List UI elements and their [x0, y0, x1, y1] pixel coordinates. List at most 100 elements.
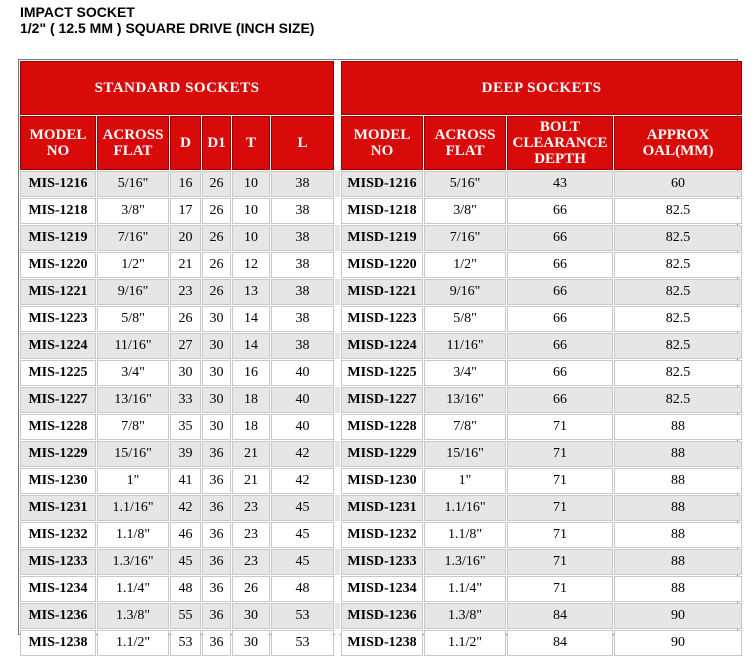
d-cell: 46	[170, 522, 201, 548]
model-cell: MIS-1230	[20, 468, 96, 494]
deep-across-flat-cell: 3/8"	[424, 198, 507, 224]
deep-model-cell: MISD-1234	[341, 576, 424, 602]
t-cell: 23	[232, 549, 270, 575]
model-cell: MIS-1219	[20, 225, 96, 251]
socket-rows: MIS-1216 5/16" 16 26 10 38 MISD-1216 5/16" 43 60 M…	[20, 171, 743, 656]
l-cell: 38	[271, 171, 335, 197]
d-cell: 30	[170, 360, 201, 386]
bolt-clearance-cell: 71	[507, 468, 614, 494]
deep-model-cell: MISD-1221	[341, 279, 424, 305]
table-row: MIS-1234 1.1/4" 48 36 26 48 MISD-1234 1.1/4" 71 8…	[20, 576, 743, 602]
column-gap	[335, 225, 341, 251]
column-gap	[335, 387, 341, 413]
d1-cell: 26	[202, 171, 231, 197]
bolt-clearance-cell: 84	[507, 603, 614, 629]
d-cell: 33	[170, 387, 201, 413]
t-cell: 14	[232, 306, 270, 332]
across-flat-cell: 5/16"	[97, 171, 169, 197]
deep-across-flat-cell: 13/16"	[424, 387, 507, 413]
model-cell: MIS-1234	[20, 576, 96, 602]
bolt-clearance-cell: 66	[507, 279, 614, 305]
deep-model-cell: MISD-1238	[341, 630, 424, 656]
column-gap	[335, 495, 341, 521]
across-flat-cell: 1.3/8"	[97, 603, 169, 629]
approx-oal-cell: 88	[614, 495, 743, 521]
approx-oal-cell: 82.5	[614, 333, 743, 359]
across-flat-cell: 1.1/2"	[97, 630, 169, 656]
approx-oal-cell: 82.5	[614, 225, 743, 251]
deep-across-flat-cell: 7/16"	[424, 225, 507, 251]
approx-oal-cell: 88	[614, 576, 743, 602]
deep-sockets-header: DEEP SOCKETS	[341, 61, 743, 115]
d1-cell: 26	[202, 225, 231, 251]
column-gap	[335, 333, 341, 359]
d1-cell: 30	[202, 360, 231, 386]
deep-model-cell: MISD-1220	[341, 252, 424, 278]
model-cell: MIS-1221	[20, 279, 96, 305]
model-cell: MIS-1218	[20, 198, 96, 224]
d1-cell: 36	[202, 603, 231, 629]
l-cell: 45	[271, 522, 335, 548]
bolt-clearance-cell: 71	[507, 441, 614, 467]
deep-model-cell: MISD-1223	[341, 306, 424, 332]
l-cell: 53	[271, 603, 335, 629]
deep-model-cell: MISD-1233	[341, 549, 424, 575]
bolt-clearance-cell: 66	[507, 360, 614, 386]
table-row: MIS-1230 1" 41 36 21 42 MISD-1230 1" 71 88	[20, 468, 743, 494]
table-row: MIS-1224 11/16" 27 30 14 38 MISD-1224 11/16" 66 8…	[20, 333, 743, 359]
column-gap	[335, 576, 341, 602]
d-cell: 41	[170, 468, 201, 494]
approx-oal-cell: 90	[614, 603, 743, 629]
heading-subtitle: 1/2" ( 12.5 MM ) SQUARE DRIVE (INCH SIZE…	[20, 20, 315, 36]
bolt-clearance-cell: 71	[507, 549, 614, 575]
t-cell: 16	[232, 360, 270, 386]
across-flat-cell: 1.1/4"	[97, 576, 169, 602]
model-cell: MIS-1238	[20, 630, 96, 656]
table-row: MIS-1238 1.1/2" 53 36 30 53 MISD-1238 1.1/2" 84 9…	[20, 630, 743, 656]
d1-cell: 30	[202, 414, 231, 440]
model-cell: MIS-1220	[20, 252, 96, 278]
column-gap	[335, 61, 341, 115]
column-gap	[335, 198, 341, 224]
model-cell: MIS-1233	[20, 549, 96, 575]
bolt-clearance-cell: 71	[507, 495, 614, 521]
d-cell: 48	[170, 576, 201, 602]
approx-oal-cell: 82.5	[614, 306, 743, 332]
d1-cell: 36	[202, 441, 231, 467]
d-cell: 23	[170, 279, 201, 305]
deep-across-flat-cell: 1/2"	[424, 252, 507, 278]
column-gap	[335, 522, 341, 548]
d1-cell: 30	[202, 333, 231, 359]
model-cell: MIS-1216	[20, 171, 96, 197]
table-row: MIS-1233 1.3/16" 45 36 23 45 MISD-1233 1.3/16" 7…	[20, 549, 743, 575]
l-cell: 38	[271, 333, 335, 359]
approx-oal-cell: 90	[614, 630, 743, 656]
deep-across-flat-cell: 1.1/8"	[424, 522, 507, 548]
approx-oal-cell: 82.5	[614, 252, 743, 278]
d1-cell: 26	[202, 252, 231, 278]
bolt-clearance-cell: 66	[507, 198, 614, 224]
d1-cell: 30	[202, 306, 231, 332]
approx-oal-cell: 60	[614, 171, 743, 197]
bolt-clearance-cell: 84	[507, 630, 614, 656]
approx-oal-cell: 82.5	[614, 198, 743, 224]
across-flat-cell: 7/8"	[97, 414, 169, 440]
table-row: MIS-1229 15/16" 39 36 21 42 MISD-1229 15/16" 71 8…	[20, 441, 743, 467]
model-cell: MIS-1223	[20, 306, 96, 332]
deep-across-flat-cell: 1.3/16"	[424, 549, 507, 575]
column-gap	[335, 252, 341, 278]
deep-across-flat-cell: 1.3/8"	[424, 603, 507, 629]
deep-model-cell: MISD-1230	[341, 468, 424, 494]
model-cell: MIS-1231	[20, 495, 96, 521]
col-header-bolt-clearance: BOLT CLEARANCE DEPTH	[507, 116, 614, 170]
model-cell: MIS-1229	[20, 441, 96, 467]
deep-across-flat-cell: 7/8"	[424, 414, 507, 440]
standard-sockets-header: STANDARD SOCKETS	[20, 61, 335, 115]
table-row: MIS-1225 3/4" 30 30 16 40 MISD-1225 3/4" 66 82.5	[20, 360, 743, 386]
t-cell: 30	[232, 603, 270, 629]
col-header-t: T	[232, 116, 270, 170]
model-cell: MIS-1236	[20, 603, 96, 629]
d1-cell: 36	[202, 522, 231, 548]
t-cell: 10	[232, 225, 270, 251]
across-flat-cell: 1.1/16"	[97, 495, 169, 521]
